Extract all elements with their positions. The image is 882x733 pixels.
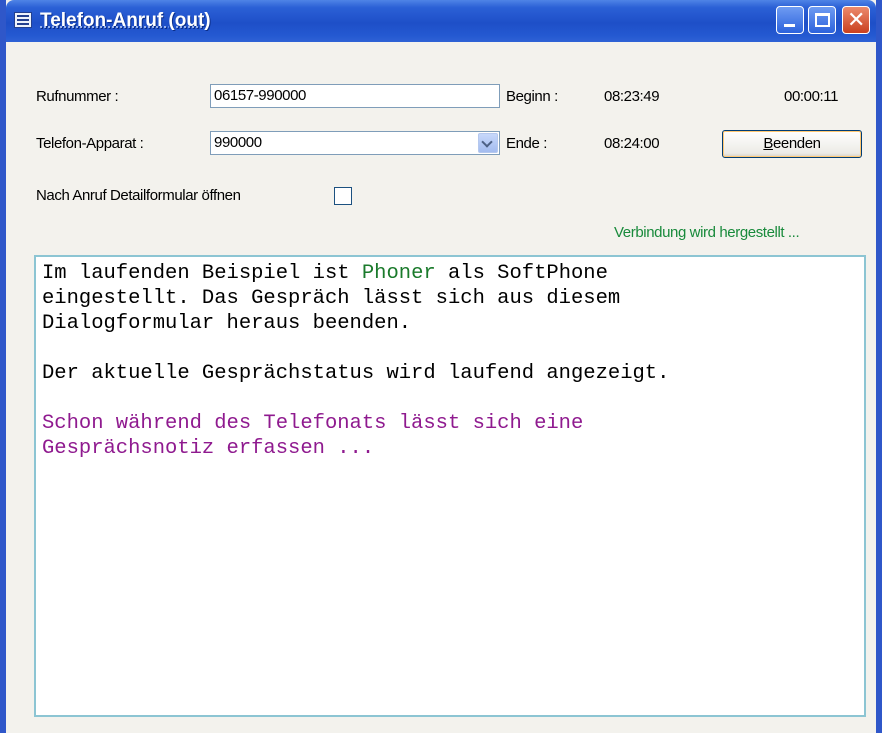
telefon-apparat-combo[interactable]: 990000	[210, 131, 500, 155]
notes-blank-1	[42, 336, 858, 361]
call-notes-textarea[interactable]: Im laufenden Beispiel ist Phoner als Sof…	[34, 255, 866, 717]
notes-highlight-phoner: Phoner	[361, 262, 436, 285]
rufnummer-field[interactable]: 06157-990000	[210, 84, 500, 108]
beenden-button[interactable]: Beenden	[722, 130, 862, 158]
telefon-apparat-value: 990000	[214, 134, 262, 151]
notes-line-7: Schon während des Telefonats lässt sich …	[42, 412, 584, 435]
close-icon: ✕	[847, 7, 866, 32]
detail-form-checkbox[interactable]	[334, 187, 352, 205]
beenden-mnemonic: B	[763, 135, 773, 152]
dialog-window: Telefon-Anruf (out) ✕ Rufnummer : 06157-…	[0, 0, 882, 733]
form-icon[interactable]	[14, 12, 32, 28]
combo-dropdown-button[interactable]	[478, 133, 498, 153]
minimize-button[interactable]	[776, 6, 804, 34]
detail-form-label: Nach Anruf Detailformular öffnen	[36, 187, 241, 204]
notes-line-1a: Im laufenden Beispiel ist	[42, 262, 362, 285]
beginn-label: Beginn :	[506, 88, 558, 105]
window-title: Telefon-Anruf (out)	[40, 10, 211, 31]
beenden-label-rest: eenden	[772, 135, 821, 152]
notes-line-1b: als SoftPhone	[435, 262, 608, 285]
maximize-icon	[815, 13, 830, 27]
chevron-down-icon	[481, 136, 493, 148]
connection-status: Verbindung wird hergestellt ...	[614, 224, 800, 241]
title-bar[interactable]: Telefon-Anruf (out) ✕	[6, 0, 876, 42]
notes-line-3: Dialogformular heraus beenden.	[42, 312, 412, 335]
ende-time: 08:24:00	[604, 135, 660, 152]
rufnummer-label: Rufnummer :	[36, 88, 119, 105]
notes-line-2: eingestellt. Das Gespräch lässt sich aus…	[42, 287, 621, 310]
ende-label: Ende :	[506, 135, 547, 152]
notes-line-1: Im laufenden Beispiel ist Phoner als Sof…	[42, 261, 858, 286]
call-duration: 00:00:11	[784, 88, 839, 105]
notes-blank-2	[42, 386, 858, 411]
maximize-button[interactable]	[808, 6, 836, 34]
notes-line-5: Der aktuelle Gesprächstatus wird laufend…	[42, 362, 670, 385]
minimize-icon	[784, 24, 795, 27]
notes-line-8: Gesprächsnotiz erfassen ...	[42, 437, 375, 460]
close-button[interactable]: ✕	[842, 6, 870, 34]
beginn-time: 08:23:49	[604, 88, 660, 105]
form-body: Rufnummer : 06157-990000 Beginn : 08:23:…	[6, 42, 876, 733]
telefon-apparat-label: Telefon-Apparat :	[36, 135, 144, 152]
